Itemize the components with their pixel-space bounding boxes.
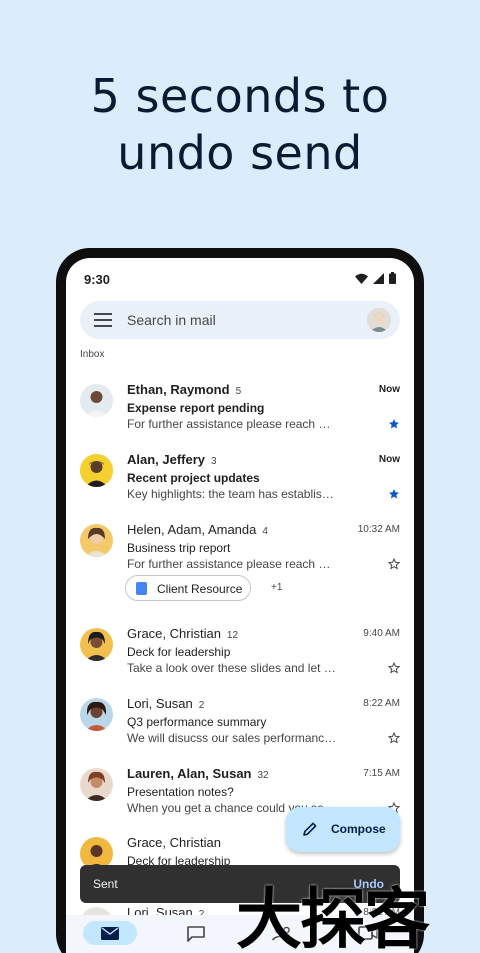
sender-avatar bbox=[80, 698, 113, 731]
wifi-icon bbox=[355, 273, 368, 284]
email-time: 8:22 AM bbox=[363, 698, 400, 709]
snackbar-message: Sent bbox=[93, 877, 118, 891]
star-outline-icon[interactable] bbox=[388, 662, 400, 674]
email-sender: Ethan, Raymond 5 bbox=[127, 382, 242, 397]
star-outline-icon[interactable] bbox=[388, 558, 400, 570]
email-subject: Presentation notes? bbox=[127, 785, 234, 799]
sender-avatar bbox=[80, 384, 113, 417]
compose-label: Compose bbox=[331, 822, 386, 836]
email-row[interactable]: Ethan, Raymond 5 Expense report pending F… bbox=[66, 382, 414, 452]
status-time: 9:30 bbox=[84, 272, 111, 287]
thread-count: 4 bbox=[262, 526, 268, 537]
email-snippet: Take a look over these slides and let me… bbox=[127, 661, 337, 675]
email-snippet: We will disucss our sales performance... bbox=[127, 731, 337, 745]
sender-avatar bbox=[80, 524, 113, 557]
status-bar: 9:30 bbox=[66, 258, 414, 302]
nav-mail[interactable] bbox=[83, 921, 137, 945]
thread-count: 5 bbox=[235, 386, 242, 397]
sender-avatar bbox=[80, 768, 113, 801]
inbox-label: Inbox bbox=[80, 349, 105, 360]
thread-count: 2 bbox=[198, 700, 205, 711]
email-sender: Lauren, Alan, Susan 32 bbox=[127, 766, 269, 781]
email-time: 9:40 AM bbox=[363, 628, 400, 639]
email-subject: Business trip report bbox=[127, 541, 231, 555]
battery-icon bbox=[389, 272, 396, 284]
attachment-chip[interactable]: Client Resource bbox=[125, 575, 251, 601]
sender-avatar bbox=[80, 454, 113, 487]
email-time: 10:32 AM bbox=[357, 524, 400, 535]
thread-count: 3 bbox=[211, 456, 217, 467]
mail-icon bbox=[101, 927, 119, 940]
email-sender: Alan, Jeffery 3 bbox=[127, 452, 217, 467]
nav-chat[interactable] bbox=[178, 921, 214, 945]
sender-avatar bbox=[80, 628, 113, 661]
email-time: 7:15 AM bbox=[363, 768, 400, 779]
email-row[interactable]: Lori, Susan 2 Q3 performance summary We w… bbox=[66, 696, 414, 766]
headline: 5 seconds to undo send bbox=[0, 68, 480, 182]
thread-count: 32 bbox=[257, 770, 269, 781]
email-time: Now bbox=[378, 454, 400, 465]
email-row[interactable]: Alan, Jeffery 3 Recent project updates Ke… bbox=[66, 452, 414, 522]
email-sender: Grace, Christian 12 bbox=[127, 626, 239, 641]
email-subject: Expense report pending bbox=[127, 401, 265, 415]
star-filled-icon[interactable] bbox=[388, 488, 400, 500]
document-icon bbox=[136, 582, 147, 595]
search-placeholder[interactable]: Search in mail bbox=[127, 312, 216, 328]
search-bar[interactable]: Search in mail bbox=[80, 301, 400, 339]
email-sender: Grace, Christian bbox=[127, 835, 221, 850]
phone-screen: 9:30 Search in mail Inbox Ethan, Raymond… bbox=[66, 258, 414, 953]
headline-line-2: undo send bbox=[117, 126, 363, 180]
attachment-more-count: +1 bbox=[271, 582, 283, 593]
attachment-label: Client Resource bbox=[157, 582, 243, 596]
email-snippet: Key highlights: the team has established… bbox=[127, 487, 337, 501]
email-subject: Deck for leadership bbox=[127, 645, 231, 659]
email-row[interactable]: Grace, Christian 12 Deck for leadership T… bbox=[66, 626, 414, 696]
email-snippet: For further assistance please reach out.… bbox=[127, 557, 337, 571]
email-subject: Q3 performance summary bbox=[127, 715, 267, 729]
watermark-text: 大探客 bbox=[236, 881, 430, 953]
email-snippet: For further assistance please reach out.… bbox=[127, 417, 337, 431]
star-outline-icon[interactable] bbox=[388, 732, 400, 744]
chat-icon bbox=[187, 926, 205, 942]
email-sender: Helen, Adam, Amanda 4 bbox=[127, 522, 268, 537]
account-avatar[interactable] bbox=[367, 308, 391, 332]
compose-button[interactable]: Compose bbox=[286, 807, 400, 852]
headline-line-1: 5 seconds to bbox=[90, 69, 390, 123]
status-icons bbox=[355, 272, 396, 284]
menu-icon[interactable] bbox=[94, 313, 112, 327]
email-time: Now bbox=[378, 384, 400, 395]
star-filled-icon[interactable] bbox=[388, 418, 400, 430]
email-subject: Recent project updates bbox=[127, 471, 260, 485]
pencil-icon bbox=[303, 822, 317, 836]
email-sender: Lori, Susan2 bbox=[127, 696, 205, 711]
thread-count: 12 bbox=[226, 630, 239, 641]
signal-icon bbox=[373, 272, 384, 284]
